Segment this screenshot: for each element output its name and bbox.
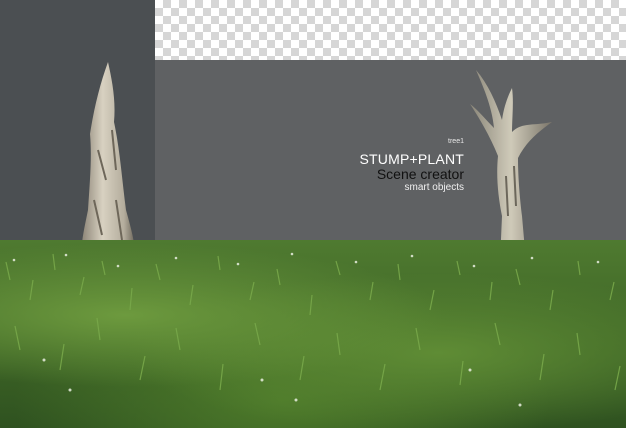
grass-blades	[5, 252, 621, 407]
transparency-checkerboard	[155, 0, 626, 60]
left-stump-image	[81, 62, 135, 260]
scene-caption-small: smart objects	[404, 182, 464, 193]
scene-caption: tree1 STUMP+PLANT Scene creator smart ob…	[360, 138, 465, 193]
right-tree-snag-image	[470, 70, 552, 262]
tree-tag: tree1	[448, 138, 464, 145]
scene-subtitle: Scene creator	[376, 166, 464, 182]
grass-field	[0, 240, 626, 428]
scene-title: STUMP+PLANT	[359, 151, 464, 167]
